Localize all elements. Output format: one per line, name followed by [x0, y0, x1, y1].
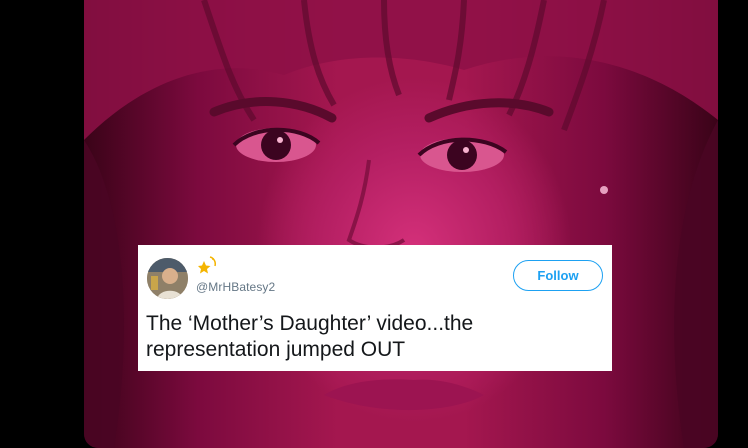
tweet-text: The ‘Mother’s Daughter’ video...the repr… [146, 312, 474, 361]
avatar[interactable] [147, 258, 188, 299]
follow-button[interactable]: Follow [513, 260, 603, 291]
image-frame: @MrHBatesy2 Follow The ‘Mother’s Daughte… [0, 0, 748, 448]
tweet-handle[interactable]: @MrHBatesy2 [196, 280, 275, 294]
face-illustration [84, 0, 718, 448]
star-emoji-icon [198, 255, 218, 275]
background-photo [84, 0, 718, 448]
tweet-card: @MrHBatesy2 Follow The ‘Mother’s Daughte… [138, 245, 612, 371]
